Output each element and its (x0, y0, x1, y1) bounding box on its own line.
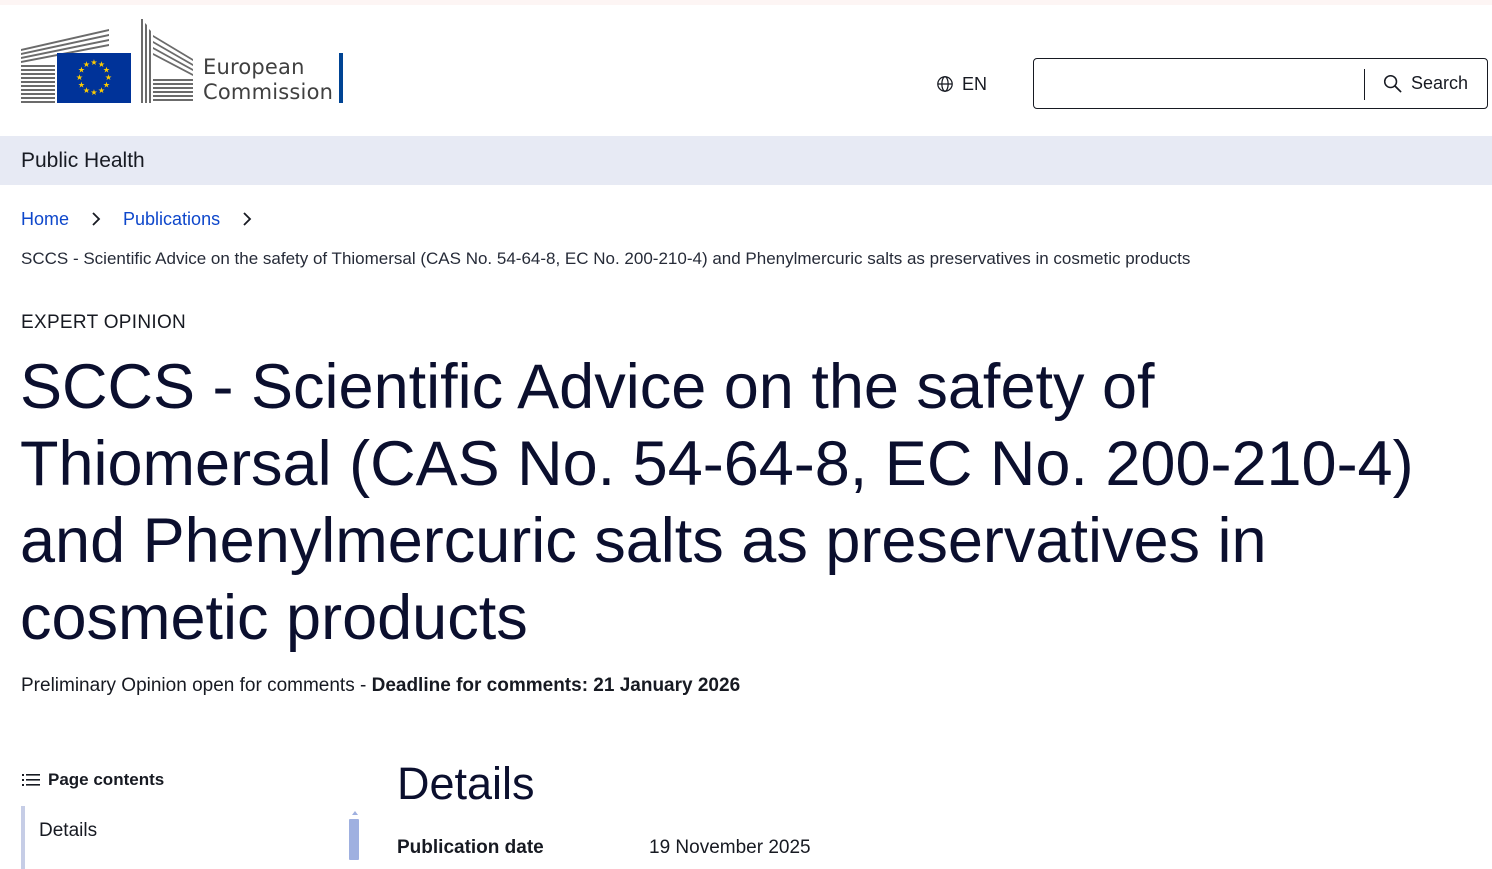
search-button[interactable]: Search (1374, 59, 1488, 108)
svg-text:★: ★ (90, 58, 97, 67)
globe-icon (937, 76, 953, 92)
breadcrumb: Home Publications (21, 207, 274, 231)
logo-text-line2: Commission (203, 80, 334, 104)
search-button-label: Search (1411, 73, 1469, 93)
breadcrumb-current: SCCS - Scientific Advice on the safety o… (21, 249, 1191, 268)
svg-text:★: ★ (90, 88, 97, 97)
details-heading: Details (397, 758, 535, 809)
page-contents-list: Details (21, 806, 359, 869)
breadcrumb-publications[interactable]: Publications (123, 209, 220, 230)
detail-label: Publication date (397, 837, 544, 858)
chevron-right-icon (220, 211, 274, 227)
scroll-up-arrow-icon[interactable] (351, 810, 359, 816)
svg-text:★: ★ (83, 60, 90, 69)
chevron-right-icon (69, 211, 123, 227)
search-divider (1364, 69, 1365, 100)
site-name[interactable]: Public Health (21, 149, 145, 173)
page-contents-scrollbar[interactable] (349, 819, 359, 860)
page-title: SCCS - Scientific Advice on the safety o… (20, 352, 1414, 653)
list-icon (22, 774, 40, 786)
site-name-band: Public Health (0, 136, 1492, 185)
detail-value: 19 November 2025 (649, 837, 811, 858)
detail-row: Publication date 19 November 2025 (397, 837, 811, 859)
breadcrumb-home[interactable]: Home (21, 209, 69, 230)
page-meta: EXPERT OPINION (21, 312, 187, 333)
logo-text: European Commission (203, 55, 333, 105)
page-contents-title: Page contents (22, 770, 164, 790)
site-header: ★ ★ ★ ★ ★ ★ ★ ★ ★ ★ ★ ★ European Commiss… (0, 5, 1492, 136)
description-deadline: Deadline for comments: 21 January 2026 (371, 675, 741, 696)
european-commission-logo[interactable]: ★ ★ ★ ★ ★ ★ ★ ★ ★ ★ ★ ★ European Commiss… (21, 19, 351, 109)
page-description: Preliminary Opinion open for comments - … (21, 675, 740, 697)
search-icon (1383, 74, 1402, 93)
language-code: EN (962, 73, 988, 94)
page-contents-item-details[interactable]: Details (39, 820, 97, 842)
description-prefix: Preliminary Opinion open for comments - (21, 675, 372, 696)
logo-text-line1: European (203, 55, 305, 79)
logo-accent-bar (339, 53, 343, 103)
page-contents-label: Page contents (48, 770, 165, 789)
search-input[interactable] (1036, 61, 1362, 106)
ec-building-icon: ★ ★ ★ ★ ★ ★ ★ ★ ★ ★ ★ ★ (21, 19, 193, 103)
svg-text:★: ★ (98, 86, 105, 95)
language-selector[interactable]: EN (936, 69, 987, 99)
search-form: Search (1033, 58, 1488, 109)
